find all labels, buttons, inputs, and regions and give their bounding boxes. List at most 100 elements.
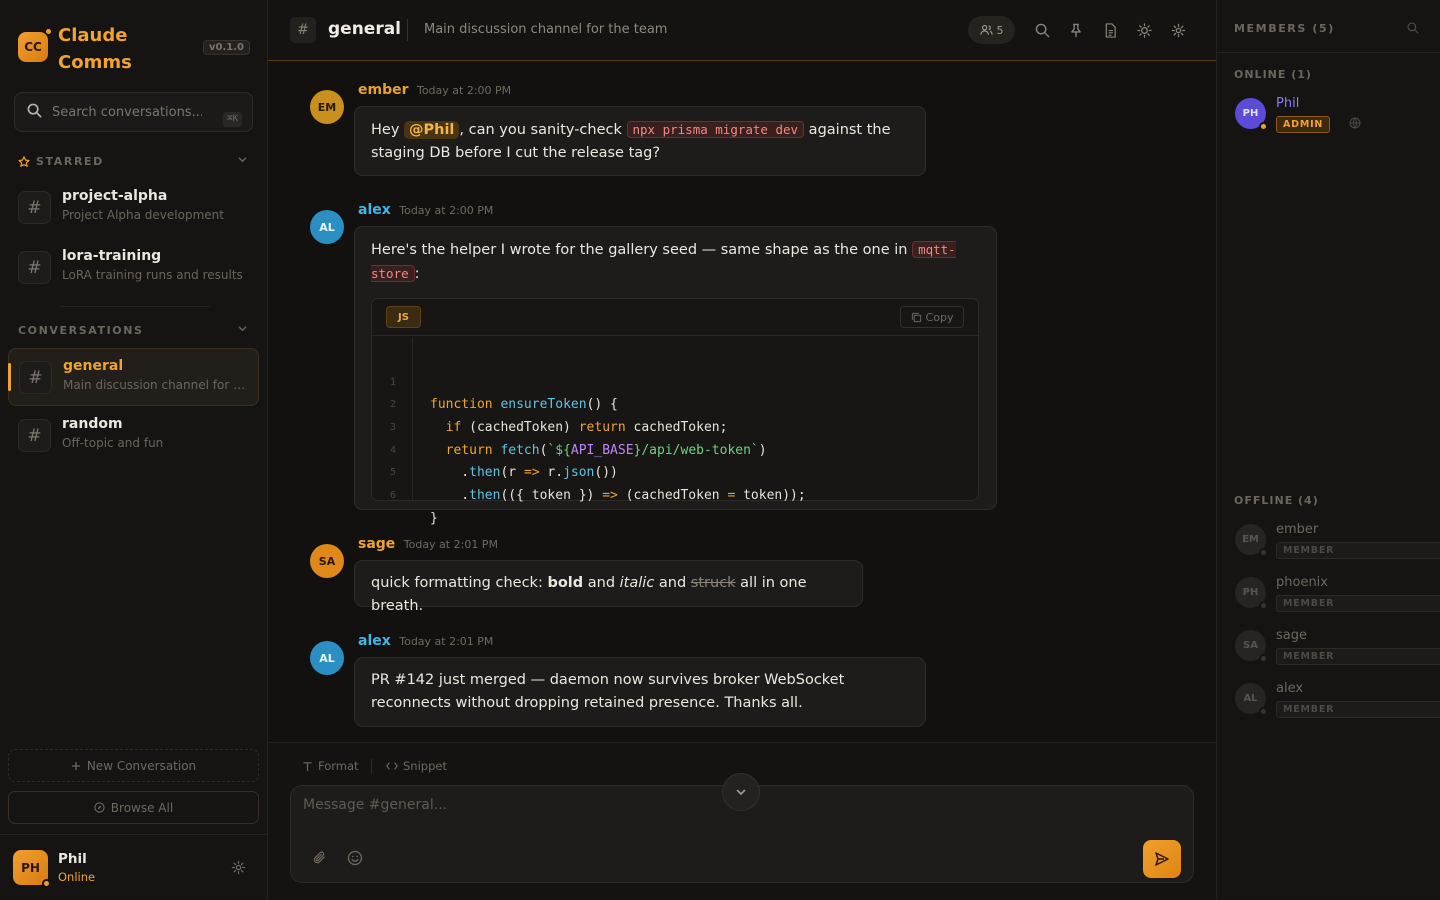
starred-label: STARRED bbox=[36, 155, 104, 168]
avatar-initials: SA bbox=[1243, 640, 1258, 651]
new-conversation-button[interactable]: New Conversation bbox=[8, 749, 259, 782]
logo-status-dot bbox=[45, 28, 52, 35]
message-author[interactable]: alex bbox=[358, 202, 391, 218]
code-lines: 1 function ensureToken() { 2 if (cachedT… bbox=[372, 349, 978, 526]
brand: CC Claude Comms bbox=[18, 22, 148, 74]
browse-all-button[interactable]: Browse All bbox=[8, 791, 259, 824]
header-divider bbox=[407, 19, 408, 41]
member-item-phoenix[interactable]: PH phoenix MEMBER bbox=[1235, 575, 1440, 615]
message-author[interactable]: alex bbox=[358, 633, 391, 649]
search-icon[interactable] bbox=[1407, 22, 1419, 34]
channel-item-random[interactable]: # random Off-topic and fun bbox=[8, 407, 259, 465]
copy-label: Copy bbox=[925, 310, 954, 324]
new-conversation-label: New Conversation bbox=[86, 758, 197, 773]
message-author[interactable]: sage bbox=[358, 536, 395, 552]
scroll-to-bottom-button[interactable] bbox=[722, 773, 760, 811]
channel-title: general bbox=[328, 19, 402, 39]
send-button[interactable] bbox=[1143, 840, 1181, 878]
gear-icon[interactable] bbox=[231, 860, 246, 875]
avatar[interactable]: EM bbox=[310, 90, 344, 124]
app-logo-initials: CC bbox=[24, 40, 42, 54]
channel-item-project-alpha[interactable]: # project-alpha Project Alpha developmen… bbox=[8, 179, 259, 237]
paperclip-icon[interactable] bbox=[312, 850, 327, 865]
pin-icon[interactable] bbox=[1066, 20, 1086, 40]
member-item-phil[interactable]: PH Phil ADMIN bbox=[1235, 96, 1425, 136]
avatar: PH bbox=[1235, 577, 1268, 610]
hash-icon: # bbox=[19, 361, 52, 394]
message-bubble: Here's the helper I wrote for the galler… bbox=[354, 226, 997, 526]
code-text: .then(({ token }) => (cachedToken = toke… bbox=[430, 488, 806, 504]
snippet-button[interactable]: Snippet bbox=[386, 759, 447, 773]
channel-item-lora-training[interactable]: # lora-training LoRA training runs and r… bbox=[8, 239, 259, 297]
text-format-icon bbox=[302, 761, 313, 772]
document-icon[interactable] bbox=[1100, 20, 1120, 40]
role-badge: MEMBER bbox=[1276, 595, 1440, 612]
channel-item-general[interactable]: # general Main discussion channel for th… bbox=[8, 348, 259, 406]
current-user-name: Phil bbox=[58, 851, 87, 867]
app-name: Claude Comms bbox=[58, 25, 132, 73]
message-timestamp: Today at 2:00 PM bbox=[416, 84, 512, 97]
message-text: Here's the helper I wrote for the galler… bbox=[371, 242, 913, 258]
search-input[interactable] bbox=[52, 104, 202, 120]
copy-icon bbox=[911, 312, 922, 323]
code-line: 1 function ensureToken() { bbox=[372, 349, 978, 413]
gear-icon[interactable] bbox=[1168, 20, 1188, 40]
format-label: Format bbox=[318, 759, 359, 773]
presence-dot bbox=[1259, 548, 1268, 557]
avatar-initials: EM bbox=[1242, 534, 1259, 545]
members-panel-header: MEMBERS (5) bbox=[1217, 0, 1440, 53]
code-line: 2 if (cachedToken) return cachedToken; bbox=[372, 372, 978, 435]
message-bubble: Hey @Phil, can you sanity-check npx pris… bbox=[354, 106, 926, 176]
channel-name: project-alpha bbox=[62, 188, 168, 204]
avatar[interactable]: AL bbox=[310, 210, 344, 244]
search-box[interactable]: ⌘K bbox=[14, 92, 253, 132]
avatar[interactable]: AL bbox=[310, 641, 344, 675]
copy-button[interactable]: Copy bbox=[900, 306, 964, 328]
role-badge: ADMIN bbox=[1276, 116, 1331, 133]
format-button[interactable]: Format bbox=[302, 759, 359, 773]
app-logo: CC bbox=[18, 28, 52, 62]
message-text: and bbox=[583, 575, 620, 591]
sun-icon[interactable] bbox=[1134, 20, 1154, 40]
emoji-icon[interactable] bbox=[347, 850, 363, 866]
compass-icon bbox=[94, 802, 111, 813]
star-icon bbox=[18, 155, 30, 168]
conversations-section-header[interactable]: CONVERSATIONS bbox=[18, 324, 248, 337]
message-text: , can you sanity-check bbox=[459, 122, 627, 138]
member-count-button[interactable]: 5 bbox=[968, 16, 1015, 44]
mention[interactable]: @Phil bbox=[404, 121, 460, 139]
message-input[interactable] bbox=[303, 797, 1003, 827]
main-area: # general Main discussion channel for th… bbox=[268, 0, 1216, 900]
message-text: Hey bbox=[371, 122, 405, 138]
code-line: 6 } bbox=[372, 462, 978, 526]
search-icon[interactable] bbox=[1032, 20, 1052, 40]
version-badge: v0.1.0 bbox=[203, 40, 250, 55]
avatar-initials: AL bbox=[1243, 693, 1258, 704]
avatar[interactable]: SA bbox=[310, 544, 344, 578]
chevron-down-icon bbox=[735, 786, 747, 798]
strikethrough-text: struck bbox=[690, 575, 736, 591]
message-list: EM ember Today at 2:00 PM Hey @Phil, can… bbox=[268, 62, 1216, 742]
channel-description: Project Alpha development bbox=[62, 208, 224, 222]
member-item-ember[interactable]: EM ember MEMBER bbox=[1235, 522, 1440, 562]
current-user-bar: PH Phil Online bbox=[0, 834, 268, 900]
chevron-down-icon[interactable] bbox=[237, 323, 248, 337]
bold-text: bold bbox=[547, 575, 584, 591]
member-item-alex[interactable]: AL alex MEMBER bbox=[1235, 681, 1440, 721]
code-line: 3 return fetch(`${API_BASE}/api/web-toke… bbox=[372, 394, 978, 458]
channel-description: Main discussion channel for the team bbox=[424, 22, 668, 37]
starred-section-header[interactable]: STARRED bbox=[18, 155, 248, 168]
members-panel-title: MEMBERS (5) bbox=[1234, 22, 1335, 35]
member-item-sage[interactable]: SA sage MEMBER bbox=[1235, 628, 1440, 668]
conversations-label: CONVERSATIONS bbox=[18, 324, 144, 337]
message-author[interactable]: ember bbox=[358, 82, 409, 98]
presence-dot bbox=[1259, 122, 1268, 131]
message-bubble: quick formatting check: bold and italic … bbox=[354, 560, 863, 614]
toolbar-divider bbox=[371, 759, 372, 774]
avatar-initials: PH bbox=[21, 860, 40, 875]
users-icon bbox=[979, 24, 993, 36]
message-text: quick formatting check: bbox=[371, 575, 548, 591]
send-icon bbox=[1154, 851, 1170, 867]
avatar[interactable]: PH bbox=[13, 850, 51, 888]
chevron-down-icon[interactable] bbox=[237, 154, 248, 168]
